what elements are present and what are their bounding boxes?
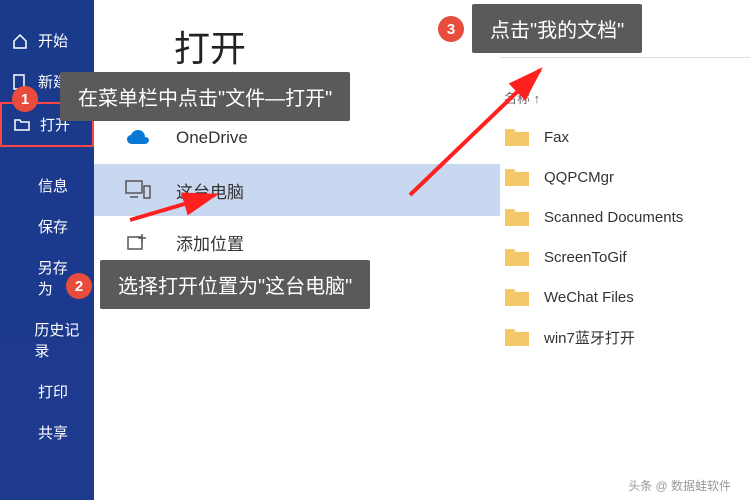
folder-item[interactable]: WeChat Files — [500, 277, 750, 317]
callout-2: 选择打开位置为"这台电脑" — [100, 260, 370, 309]
folder-name: WeChat Files — [544, 289, 634, 306]
folder-icon — [504, 246, 530, 268]
folder-item[interactable]: Scanned Documents — [500, 197, 750, 237]
sidebar-label: 历史记录 — [34, 319, 82, 361]
home-icon — [12, 33, 30, 49]
column-header-name[interactable]: 名称 ↑ — [500, 58, 750, 117]
folder-name: Scanned Documents — [544, 209, 683, 226]
folder-icon — [504, 206, 530, 228]
location-thispc[interactable]: 这台电脑 — [94, 164, 500, 216]
folder-icon — [504, 286, 530, 308]
sidebar-label: 保存 — [38, 216, 68, 237]
watermark: 头条 @ 数据蛙软件 — [628, 477, 731, 494]
right-panel: 我的文档 名称 ↑ Fax QQPCMgr Scanned Documents … — [500, 20, 750, 357]
folder-item[interactable]: ScreenToGif — [500, 237, 750, 277]
location-label: 添加位置 — [176, 230, 244, 255]
callout-badge-2: 2 — [66, 273, 92, 299]
sidebar-label: 共享 — [38, 422, 68, 443]
folder-name: Fax — [544, 129, 569, 146]
location-label: OneDrive — [176, 128, 248, 148]
folder-icon — [504, 326, 530, 348]
folder-item[interactable]: QQPCMgr — [500, 157, 750, 197]
folder-name: ScreenToGif — [544, 249, 627, 266]
folder-item[interactable]: win7蓝牙打开 — [500, 317, 750, 357]
folder-icon — [504, 126, 530, 148]
cloud-icon — [124, 124, 152, 152]
sidebar-label: 开始 — [38, 30, 68, 51]
location-label: 这台电脑 — [176, 178, 244, 203]
folder-list: Fax QQPCMgr Scanned Documents ScreenToGi… — [500, 117, 750, 357]
sidebar-item-info[interactable]: 信息 — [0, 165, 94, 206]
folder-item[interactable]: Fax — [500, 117, 750, 157]
callout-badge-3: 3 — [438, 16, 464, 42]
folder-name: QQPCMgr — [544, 169, 614, 186]
sidebar-item-print[interactable]: 打印 — [0, 371, 94, 412]
sidebar-item-history[interactable]: 历史记录 — [0, 309, 94, 371]
sidebar-label: 打印 — [38, 381, 68, 402]
callout-3: 点击"我的文档" — [472, 4, 642, 53]
pc-icon — [124, 176, 152, 204]
sidebar-item-save[interactable]: 保存 — [0, 206, 94, 247]
folder-icon — [504, 166, 530, 188]
open-folder-icon — [14, 117, 32, 133]
sidebar-item-share[interactable]: 共享 — [0, 412, 94, 453]
callout-1: 在菜单栏中点击"文件—打开" — [60, 72, 350, 121]
callout-badge-1: 1 — [12, 86, 38, 112]
folder-name: win7蓝牙打开 — [544, 327, 635, 348]
add-location-icon — [124, 228, 152, 256]
sidebar-label: 信息 — [38, 175, 68, 196]
sidebar-item-start[interactable]: 开始 — [0, 20, 94, 61]
